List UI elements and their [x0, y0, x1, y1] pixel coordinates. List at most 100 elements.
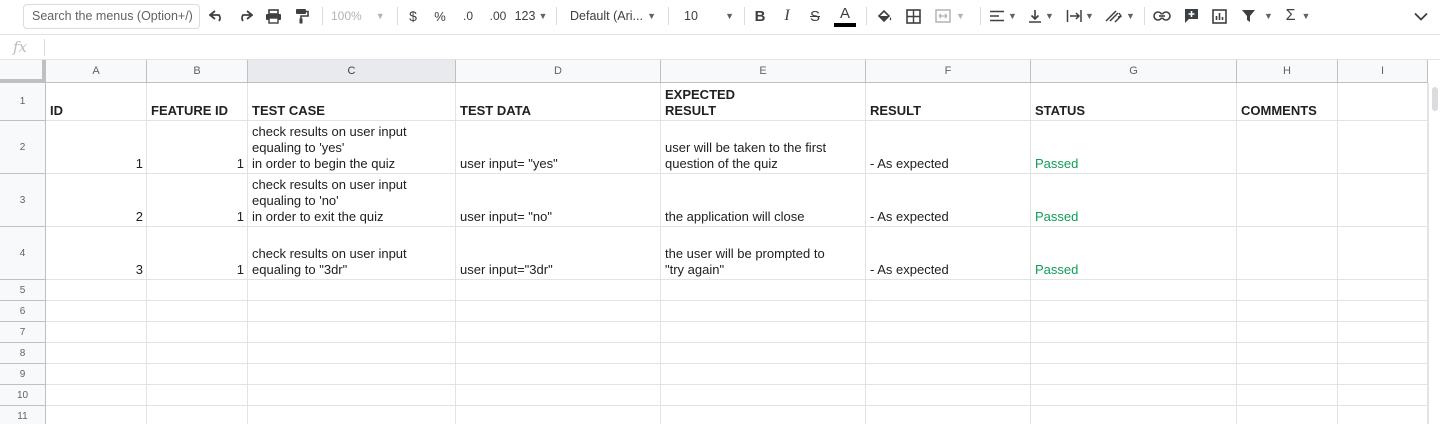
cell-h3[interactable]: [1237, 174, 1338, 227]
cell-g11[interactable]: [1031, 406, 1237, 424]
row-header-9[interactable]: 9: [0, 364, 46, 385]
cell-a9[interactable]: [46, 364, 147, 385]
cell-h10[interactable]: [1237, 385, 1338, 406]
cell-f8[interactable]: [866, 343, 1031, 364]
cell-i11[interactable]: [1338, 406, 1428, 424]
cell-e1[interactable]: EXPECTED RESULT: [661, 83, 866, 121]
cell-f11[interactable]: [866, 406, 1031, 424]
horizontal-align-icon[interactable]: ▼: [986, 4, 1020, 28]
cell-e11[interactable]: [661, 406, 866, 424]
cell-e4[interactable]: the user will be prompted to "try again": [661, 227, 866, 280]
cell-f4[interactable]: - As expected: [866, 227, 1031, 280]
cell-h7[interactable]: [1237, 322, 1338, 343]
cell-d5[interactable]: [456, 280, 661, 301]
formula-input[interactable]: [52, 35, 1422, 59]
cell-d2[interactable]: user input= "yes": [456, 121, 661, 174]
cell-g2[interactable]: Passed: [1031, 121, 1237, 174]
cell-h9[interactable]: [1237, 364, 1338, 385]
column-header-d[interactable]: D: [456, 60, 661, 83]
cell-c5[interactable]: [248, 280, 456, 301]
cell-a5[interactable]: [46, 280, 147, 301]
row-header-1[interactable]: 1: [0, 83, 46, 121]
cell-i3[interactable]: [1338, 174, 1428, 227]
cell-h6[interactable]: [1237, 301, 1338, 322]
cell-c3[interactable]: check results on user input equaling to …: [248, 174, 456, 227]
cell-b5[interactable]: [147, 280, 248, 301]
cell-a2[interactable]: 1: [46, 121, 147, 174]
cell-g9[interactable]: [1031, 364, 1237, 385]
cell-b6[interactable]: [147, 301, 248, 322]
cell-h1[interactable]: COMMENTS: [1237, 83, 1338, 121]
cell-a7[interactable]: [46, 322, 147, 343]
column-header-b[interactable]: B: [147, 60, 248, 83]
cell-f7[interactable]: [866, 322, 1031, 343]
cell-b11[interactable]: [147, 406, 248, 424]
cell-f9[interactable]: [866, 364, 1031, 385]
column-header-a[interactable]: A: [46, 60, 147, 83]
cell-b7[interactable]: [147, 322, 248, 343]
column-header-c[interactable]: C: [248, 60, 456, 83]
row-header-8[interactable]: 8: [0, 343, 46, 364]
insert-comment-icon[interactable]: [1180, 4, 1202, 28]
cell-c2[interactable]: check results on user input equaling to …: [248, 121, 456, 174]
cell-c10[interactable]: [248, 385, 456, 406]
cell-e9[interactable]: [661, 364, 866, 385]
cell-g6[interactable]: [1031, 301, 1237, 322]
menu-search-input[interactable]: Search the menus (Option+/): [23, 4, 200, 29]
cell-i6[interactable]: [1338, 301, 1428, 322]
zoom-dropdown[interactable]: 100% ▼: [331, 4, 389, 28]
cell-c9[interactable]: [248, 364, 456, 385]
cell-e10[interactable]: [661, 385, 866, 406]
filter-icon[interactable]: ▼: [1237, 4, 1277, 28]
row-header-2[interactable]: 2: [0, 121, 46, 174]
cell-i10[interactable]: [1338, 385, 1428, 406]
cell-c6[interactable]: [248, 301, 456, 322]
cell-f3[interactable]: - As expected: [866, 174, 1031, 227]
text-wrapping-icon[interactable]: ▼: [1062, 4, 1098, 28]
cell-i4[interactable]: [1338, 227, 1428, 280]
cell-a11[interactable]: [46, 406, 147, 424]
cell-a1[interactable]: ID: [46, 83, 147, 121]
insert-link-icon[interactable]: [1151, 4, 1173, 28]
decrease-decimal-button[interactable]: .0: [456, 4, 480, 28]
cell-d11[interactable]: [456, 406, 661, 424]
row-header-6[interactable]: 6: [0, 301, 46, 322]
redo-icon[interactable]: [234, 4, 256, 28]
cell-c11[interactable]: [248, 406, 456, 424]
cell-c1[interactable]: TEST CASE: [248, 83, 456, 121]
cell-h5[interactable]: [1237, 280, 1338, 301]
currency-format-button[interactable]: $: [403, 4, 423, 28]
cell-g3[interactable]: Passed: [1031, 174, 1237, 227]
cell-i2[interactable]: [1338, 121, 1428, 174]
cell-e5[interactable]: [661, 280, 866, 301]
merge-cells-icon[interactable]: ▼: [930, 4, 970, 28]
vertical-scrollbar[interactable]: [1428, 83, 1440, 424]
cell-e6[interactable]: [661, 301, 866, 322]
strikethrough-button[interactable]: S: [805, 4, 825, 28]
print-icon[interactable]: [262, 4, 284, 28]
row-header-10[interactable]: 10: [0, 385, 46, 406]
cell-a3[interactable]: 2: [46, 174, 147, 227]
cell-e7[interactable]: [661, 322, 866, 343]
font-family-dropdown[interactable]: Default (Ari... ▼: [564, 4, 660, 28]
cell-g4[interactable]: Passed: [1031, 227, 1237, 280]
cell-b4[interactable]: 1: [147, 227, 248, 280]
functions-button[interactable]: Σ ▼: [1281, 4, 1315, 28]
cell-g8[interactable]: [1031, 343, 1237, 364]
cell-d10[interactable]: [456, 385, 661, 406]
cell-b3[interactable]: 1: [147, 174, 248, 227]
column-header-h[interactable]: H: [1237, 60, 1338, 83]
undo-icon[interactable]: [206, 4, 228, 28]
row-header-4[interactable]: 4: [0, 227, 46, 280]
cell-d3[interactable]: user input= "no": [456, 174, 661, 227]
cell-i9[interactable]: [1338, 364, 1428, 385]
cell-d1[interactable]: TEST DATA: [456, 83, 661, 121]
percent-format-button[interactable]: %: [430, 4, 450, 28]
cell-e3[interactable]: the application will close: [661, 174, 866, 227]
cell-f2[interactable]: - As expected: [866, 121, 1031, 174]
collapse-toolbar-icon[interactable]: [1410, 4, 1432, 28]
vertical-align-icon[interactable]: ▼: [1024, 4, 1058, 28]
row-header-3[interactable]: 3: [0, 174, 46, 227]
insert-chart-icon[interactable]: [1208, 4, 1230, 28]
cell-d8[interactable]: [456, 343, 661, 364]
